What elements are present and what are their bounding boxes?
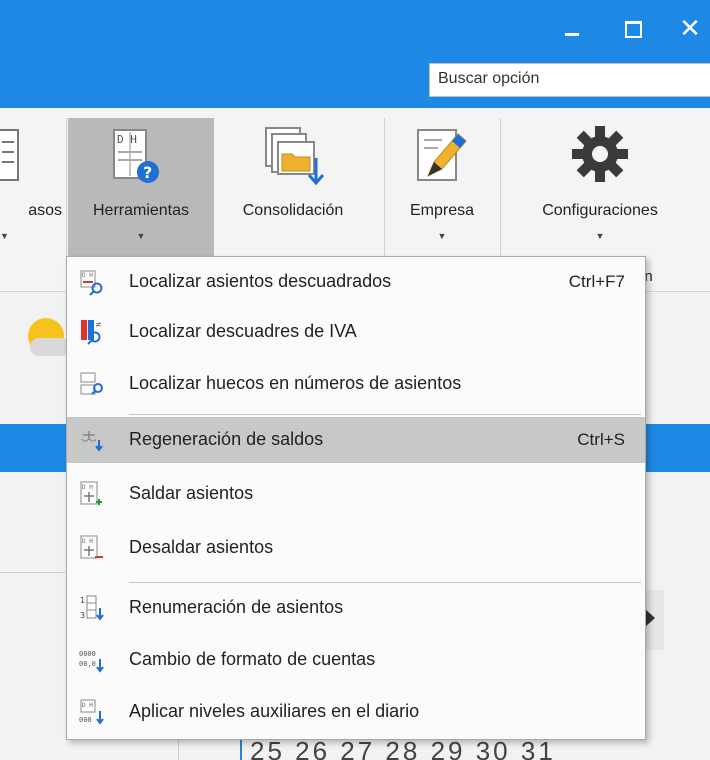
- ribbon-button-label: Configuraciones: [542, 202, 658, 219]
- consolidation-icon: [265, 127, 325, 186]
- ribbon-separator: [66, 118, 67, 268]
- menu-item-shortcut: Ctrl+S: [577, 430, 625, 449]
- next-arrow-icon: [645, 609, 655, 627]
- ribbon-button-consolidacion[interactable]: Consolidación: [218, 118, 368, 258]
- ribbon-button-label: Consolidación: [242, 202, 344, 219]
- locate-unbalanced-icon: D H: [80, 270, 103, 296]
- menu-separator: [129, 414, 641, 415]
- herramientas-dropdown-menu: D H Localizar asientos descuadrados Ctrl…: [66, 256, 646, 740]
- account-format-icon: 0000 00,0: [79, 650, 104, 673]
- svg-text:≠: ≠: [95, 320, 102, 329]
- close-button[interactable]: ✕: [675, 14, 705, 44]
- ribbon-button-empresa[interactable]: Empresa ▼: [390, 118, 494, 258]
- tools-help-icon: D H ?: [113, 129, 159, 183]
- chevron-down-icon: ▼: [595, 231, 605, 241]
- menu-item-cambio-formato-cuentas[interactable]: 0000 00,0 Cambio de formato de cuentas: [67, 637, 645, 683]
- svg-text:D H: D H: [117, 133, 137, 146]
- svg-text:0000: 0000: [79, 650, 96, 658]
- menu-item-localizar-huecos[interactable]: Localizar huecos en números de asientos: [67, 361, 645, 407]
- menu-item-label: Regeneración de saldos: [129, 429, 324, 449]
- svg-text:00,0: 00,0: [79, 660, 96, 668]
- svg-text:1: 1: [80, 596, 85, 605]
- ribbon-button-configuraciones[interactable]: Configuraciones ▼: [510, 118, 690, 258]
- settle-entries-icon: D H: [80, 481, 102, 505]
- menu-separator: [129, 582, 641, 583]
- menu-item-renumeracion[interactable]: 1 3 Renumeración de asientos: [67, 585, 645, 631]
- menu-item-desaldar-asientos[interactable]: D H Desaldar asientos: [67, 525, 645, 571]
- menu-item-aplicar-niveles-auxiliares[interactable]: D H 000 Aplicar niveles auxiliares en el…: [67, 689, 645, 735]
- menu-item-label: Saldar asientos: [129, 483, 254, 503]
- menu-item-localizar-asientos-descuadrados[interactable]: D H Localizar asientos descuadrados Ctrl…: [67, 259, 645, 305]
- ribbon-button-herramientas[interactable]: D H ? Herramientas ▼: [68, 118, 214, 258]
- menu-item-label: Localizar descuadres de IVA: [129, 321, 357, 341]
- company-edit-icon: [417, 129, 467, 181]
- chevron-down-icon: ▼: [437, 231, 447, 241]
- renumber-icon: 1 3: [80, 595, 104, 621]
- ribbon-separator: [384, 118, 385, 268]
- svg-text:D H: D H: [82, 272, 93, 279]
- search-input[interactable]: Buscar opción: [429, 63, 710, 97]
- menu-item-label: Localizar asientos descuadrados: [129, 271, 392, 291]
- gear-icon: [572, 126, 628, 182]
- minimize-button[interactable]: [556, 14, 586, 44]
- auxiliary-levels-icon: D H 000: [79, 699, 104, 725]
- menu-item-regeneracion-saldos[interactable]: Regeneración de saldos Ctrl+S: [67, 417, 645, 463]
- ribbon-button-label: Empresa: [409, 202, 475, 219]
- weather-cloud-icon: [30, 338, 70, 356]
- chevron-down-icon: ▼: [0, 231, 9, 241]
- svg-text:?: ?: [143, 163, 152, 182]
- maximize-icon: [625, 21, 642, 38]
- menu-item-label: Renumeración de asientos: [129, 597, 344, 617]
- locate-vat-icon: ≠: [81, 320, 102, 345]
- svg-text:D H: D H: [82, 484, 93, 491]
- title-bar: ✕ Buscar opción: [0, 0, 710, 108]
- maximize-button[interactable]: [619, 14, 649, 44]
- document-columns-icon: [0, 129, 19, 181]
- ribbon-button-label: Herramientas: [92, 202, 190, 219]
- minimize-icon: [565, 33, 579, 36]
- svg-text:D H: D H: [82, 538, 93, 545]
- menu-item-label: Localizar huecos en números de asientos: [129, 373, 462, 393]
- svg-text:D H: D H: [82, 702, 93, 709]
- ribbon-separator: [500, 118, 501, 268]
- menu-item-shortcut: Ctrl+F7: [568, 272, 625, 291]
- menu-item-label: Desaldar asientos: [129, 537, 274, 557]
- menu-item-label: Aplicar niveles auxiliares en el diario: [129, 701, 420, 721]
- ribbon-button-pasos[interactable]: asos ▼: [0, 118, 66, 258]
- svg-text:3: 3: [80, 611, 85, 620]
- unsettle-entries-icon: D H: [80, 535, 103, 559]
- menu-item-localizar-descuadres-iva[interactable]: ≠ Localizar descuadres de IVA: [67, 309, 645, 355]
- menu-item-label: Cambio de formato de cuentas: [129, 649, 376, 669]
- regenerate-balances-icon: [81, 431, 103, 452]
- close-icon: ✕: [679, 14, 701, 44]
- menu-item-saldar-asientos[interactable]: D H Saldar asientos: [67, 471, 645, 517]
- ribbon-button-label: asos: [28, 202, 62, 219]
- locate-gaps-icon: [80, 372, 103, 395]
- chevron-down-icon: ▼: [136, 231, 146, 241]
- svg-text:000: 000: [79, 716, 92, 724]
